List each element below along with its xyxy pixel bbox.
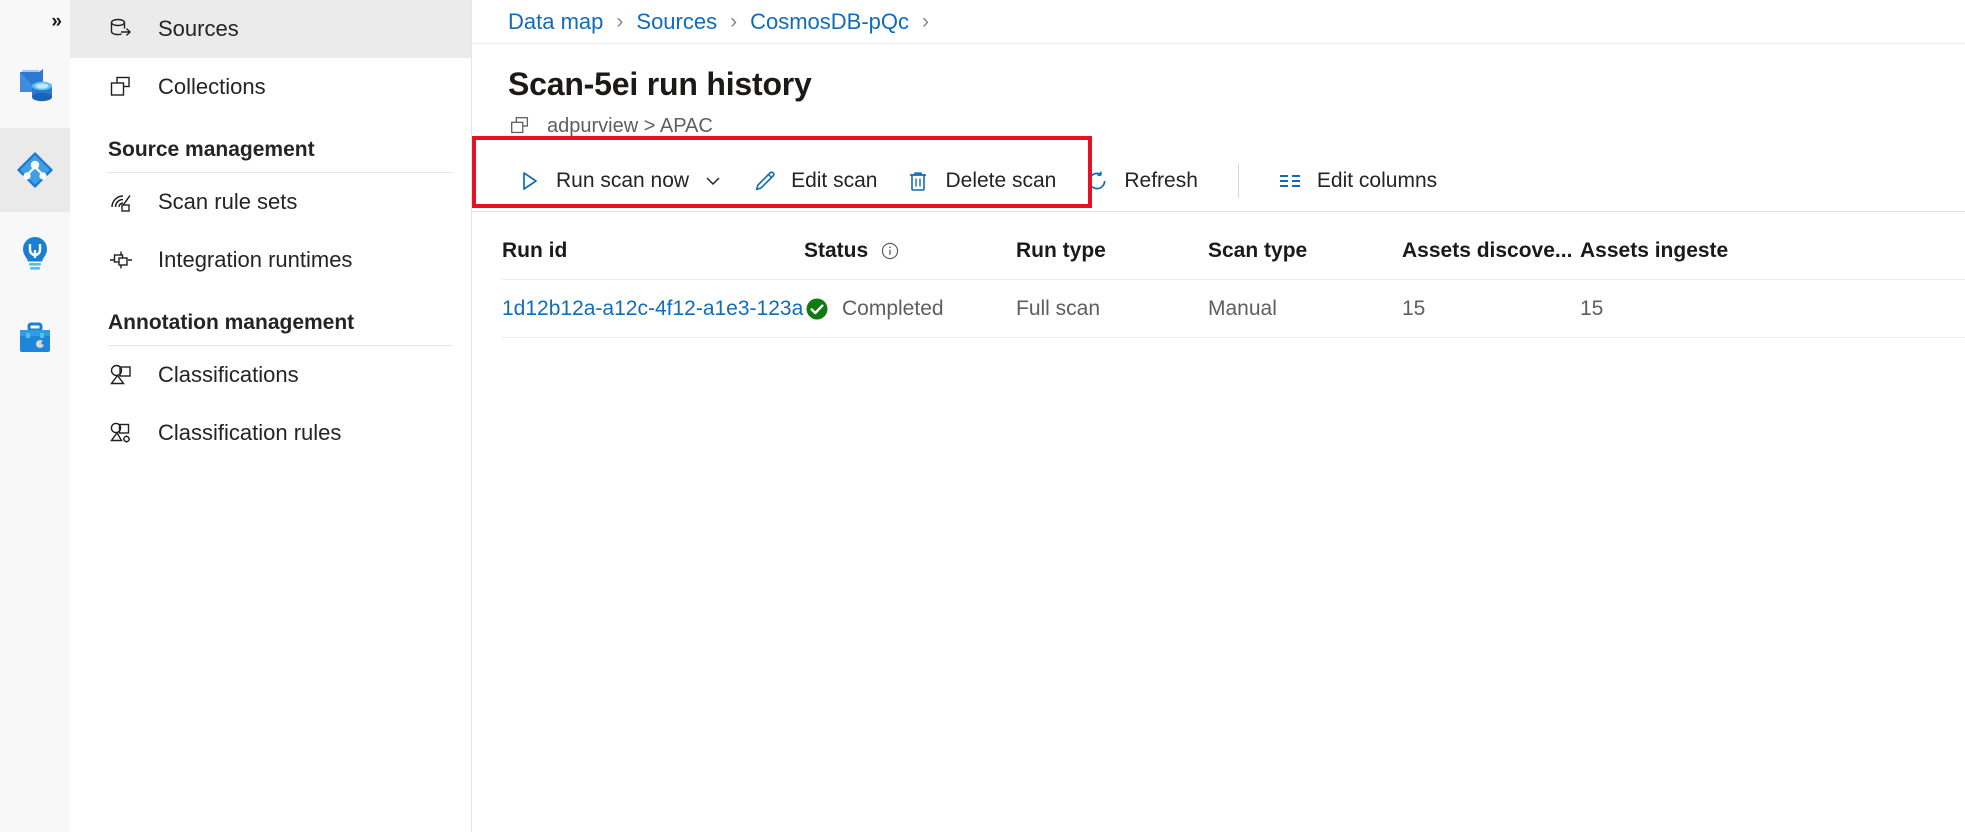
breadcrumb-item-sources[interactable]: Sources: [636, 9, 717, 35]
cell-scan-type: Manual: [1208, 296, 1277, 320]
cell-status: Completed: [804, 296, 1016, 322]
command-bar-divider: [1237, 163, 1239, 198]
table-row[interactable]: 1d12b12a-a12c-4f12-a1e3-123abcd Complete…: [502, 280, 1965, 338]
sidebar-item-label: Classifications: [158, 362, 299, 387]
run-scan-now-label: Run scan now: [556, 168, 690, 192]
cell-assets-discovered: 15: [1402, 296, 1426, 320]
sidebar-item-label: Collections: [158, 74, 266, 99]
page-head: Scan-5ei run history adpurview > APAC: [472, 44, 1965, 138]
pencil-icon: [751, 168, 777, 194]
management-icon: [14, 317, 56, 359]
app-root: » Sources Collections Source management …: [0, 0, 1965, 832]
integration-runtimes-icon: [108, 247, 134, 273]
edit-scan-label: Edit scan: [791, 168, 878, 192]
data-catalog-icon: [14, 65, 56, 107]
rail-item-management[interactable]: [0, 296, 70, 380]
edit-columns-label: Edit columns: [1316, 168, 1438, 192]
breadcrumb: Data map › Sources › CosmosDB-pQc ›: [472, 0, 1965, 44]
table-header-row: Run id Status Run type Scan type Assets …: [502, 222, 1965, 280]
sidebar-item-label: Sources: [158, 16, 239, 41]
edit-scan-button[interactable]: Edit scan: [737, 158, 891, 204]
column-header-status[interactable]: Status: [804, 239, 1016, 263]
delete-scan-button[interactable]: Delete scan: [891, 158, 1070, 204]
content-area: Data map › Sources › CosmosDB-pQc › Scan…: [472, 0, 1965, 832]
info-icon[interactable]: [880, 241, 900, 261]
chevron-down-icon[interactable]: [703, 171, 723, 191]
delete-scan-label: Delete scan: [945, 168, 1057, 192]
sidebar-item-sources[interactable]: Sources: [70, 0, 471, 58]
chevron-double-right-icon: »: [51, 11, 61, 32]
breadcrumb-separator-icon: ›: [616, 9, 624, 33]
sidebar-item-classifications[interactable]: Classifications: [70, 346, 471, 404]
trash-icon: [905, 168, 931, 194]
classifications-icon: [108, 362, 134, 388]
cell-run-id[interactable]: 1d12b12a-a12c-4f12-a1e3-123abcd: [502, 297, 804, 321]
nav-group-title-source-management: Source management: [108, 138, 315, 161]
rail-item-data-insights[interactable]: [0, 212, 70, 296]
edit-columns-button[interactable]: Edit columns: [1263, 158, 1451, 204]
expand-rail-button[interactable]: »: [0, 0, 70, 44]
rail-item-data-catalog[interactable]: [0, 44, 70, 128]
refresh-icon: [1084, 168, 1110, 194]
cell-run-type: Full scan: [1016, 296, 1101, 320]
sidebar-item-label: Scan rule sets: [158, 189, 298, 214]
sidebar-item-classification-rules[interactable]: Classification rules: [70, 404, 471, 462]
run-scan-now-button[interactable]: Run scan now: [502, 158, 737, 204]
sidebar-item-collections[interactable]: Collections: [70, 58, 471, 116]
sources-icon: [108, 16, 134, 42]
command-bar: Run scan now Edit scan Delete scan Refre…: [472, 150, 1965, 212]
status-completed-icon: [804, 296, 830, 322]
status-badge: Completed: [842, 296, 944, 320]
data-map-icon: [14, 149, 56, 191]
sidebar-item-label: Integration runtimes: [158, 247, 353, 272]
refresh-label: Refresh: [1124, 168, 1198, 192]
cell-assets-ingested: 15: [1580, 296, 1604, 320]
edit-columns-icon: [1277, 168, 1303, 194]
play-icon: [516, 168, 542, 194]
nav-pane: Sources Collections Source management Sc…: [70, 0, 472, 832]
run-history-table: Run id Status Run type Scan type Assets …: [472, 222, 1965, 338]
sidebar-item-scan-rule-sets[interactable]: Scan rule sets: [70, 173, 471, 231]
icon-rail: »: [0, 0, 70, 832]
breadcrumb-item-data-map[interactable]: Data map: [508, 9, 603, 35]
command-bar-wrapper: Run scan now Edit scan Delete scan Refre…: [472, 136, 1965, 212]
collections-icon: [508, 114, 532, 138]
column-header-assets-ingested[interactable]: Assets ingeste: [1580, 239, 1780, 263]
page-title: Scan-5ei run history: [508, 66, 812, 102]
column-header-run-id[interactable]: Run id: [502, 239, 804, 263]
scan-rule-sets-icon: [108, 189, 134, 215]
classification-rules-icon: [108, 420, 134, 446]
breadcrumb-separator-icon: ›: [730, 9, 738, 33]
nav-group-title-annotation-management: Annotation management: [108, 311, 355, 334]
column-header-scan-type[interactable]: Scan type: [1208, 239, 1402, 263]
data-insights-icon: [14, 233, 56, 275]
column-header-assets-discovered[interactable]: Assets discove...: [1402, 239, 1580, 263]
page-subtitle-text: adpurview > APAC: [547, 114, 713, 137]
sidebar-item-label: Classification rules: [158, 420, 342, 445]
refresh-button[interactable]: Refresh: [1070, 158, 1212, 204]
column-header-status-label: Status: [804, 238, 869, 262]
collections-icon: [108, 74, 134, 100]
breadcrumb-separator-icon: ›: [922, 9, 930, 33]
breadcrumb-item-cosmosdb[interactable]: CosmosDB-pQc: [750, 9, 909, 35]
rail-item-data-map[interactable]: [0, 128, 70, 212]
page-subtitle: adpurview > APAC: [508, 114, 1965, 138]
column-header-run-type[interactable]: Run type: [1016, 239, 1208, 263]
sidebar-item-integration-runtimes[interactable]: Integration runtimes: [70, 231, 471, 289]
